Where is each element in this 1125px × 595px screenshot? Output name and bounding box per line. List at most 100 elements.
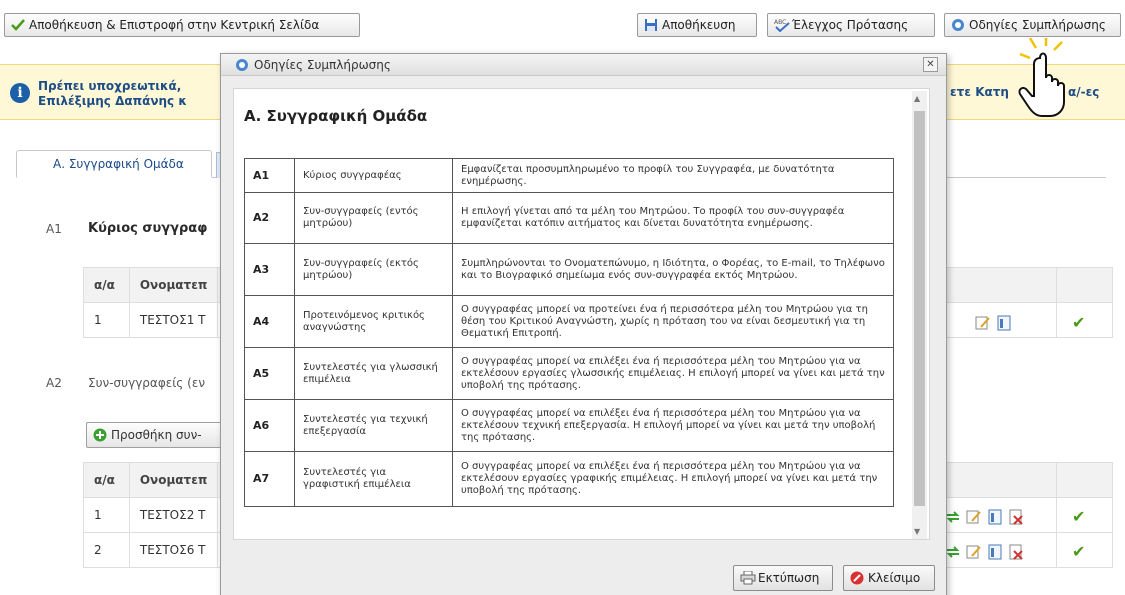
edit-icon[interactable] — [966, 544, 982, 563]
guide-desc: Συμπληρώνονται το Ονοματεπώνυμο, η Ιδιότ… — [452, 243, 894, 296]
col-header-actions — [939, 267, 1058, 303]
approved-check-icon: ✔ — [1072, 507, 1086, 526]
a2-row1-actions — [945, 509, 1024, 528]
dialog-scrollbar[interactable]: ▲ ▼ — [912, 91, 927, 539]
col-header-status — [1056, 267, 1113, 303]
a1-row-actions — [975, 315, 1012, 334]
guide-name: Προτεινόμενος κριτικός αναγνώστης — [294, 295, 453, 348]
guide-name: Συντελεστές για γλωσσική επιμέλεια — [294, 347, 453, 400]
check-icon — [11, 18, 25, 32]
row-name: ΤΕΣΤΟΣ2 Τ — [128, 497, 219, 533]
svg-text:ABC: ABC — [774, 19, 786, 26]
col-header-index: α/α — [83, 462, 130, 498]
row-name: ΤΕΣΤΟΣ1 Τ — [128, 302, 219, 338]
edit-icon[interactable] — [966, 509, 982, 528]
spellcheck-label: Έλεγχος Πρότασης — [792, 18, 909, 32]
dialog-titlebar[interactable]: Οδηγίες Συμπλήρωσης — [221, 54, 946, 76]
save-button[interactable]: Αποθήκευση — [637, 13, 757, 37]
guide-code: Α5 — [244, 347, 295, 400]
guide-row: Α4 Προτεινόμενος κριτικός αναγνώστης Ο σ… — [244, 295, 894, 348]
a2-row2-actions — [945, 544, 1024, 563]
col-header-name: Ονοματεπ — [128, 462, 219, 498]
no-entry-icon — [850, 571, 864, 585]
add-coauthor-label: Προσθήκη συν- — [111, 428, 202, 442]
guide-code: Α3 — [244, 243, 295, 296]
instructions-button[interactable]: Οδηγίες Συμπλήρωσης — [944, 13, 1121, 37]
guide-table: Α1 Κύριος συγγραφέας Εμφανίζεται προσυμπ… — [244, 158, 894, 507]
scrollbar-thumb[interactable] — [914, 111, 925, 506]
spellcheck-button[interactable]: ABC Έλεγχος Πρότασης — [767, 13, 935, 37]
details-icon[interactable] — [987, 544, 1003, 563]
section-a1-code: Α1 — [46, 222, 62, 236]
guide-desc: Ο συγγραφέας μπορεί να προτείνει ένα ή π… — [452, 295, 894, 348]
page: Αποθήκευση & Επιστροφή στην Κεντρική Σελ… — [0, 0, 1125, 595]
save-and-return-label: Αποθήκευση & Επιστροφή στην Κεντρική Σελ… — [29, 18, 320, 32]
spellcheck-icon: ABC — [774, 18, 790, 33]
swap-icon[interactable] — [945, 544, 961, 563]
guide-desc: Ο συγγραφέας μπορεί να επιλέξει ένα ή πε… — [452, 347, 894, 400]
scroll-up-icon[interactable]: ▲ — [914, 94, 920, 103]
guide-name: Συν-συγγραφείς (εντός μητρώου) — [294, 192, 453, 244]
print-label: Εκτύπωση — [758, 571, 820, 585]
close-label: Κλείσιμο — [868, 571, 921, 585]
col-header-name: Ονοματεπ — [128, 267, 219, 303]
guide-row: Α1 Κύριος συγγραφέας Εμφανίζεται προσυμπ… — [244, 158, 894, 193]
dialog-title: Οδηγίες Συμπλήρωσης — [254, 57, 391, 72]
scroll-down-icon[interactable]: ▼ — [914, 527, 920, 536]
section-a2-title: Συν-συγγραφείς (εν — [88, 376, 206, 390]
instructions-label: Οδηγίες Συμπλήρωσης — [969, 18, 1106, 32]
guide-name: Κύριος συγγραφέας — [294, 158, 453, 193]
guide-row: Α2 Συν-συγγραφείς (εντός μητρώου) Η επιλ… — [244, 192, 894, 244]
floppy-icon — [644, 18, 658, 32]
dialog-heading: Α. Συγγραφική Ομάδα — [244, 107, 428, 125]
save-and-return-button[interactable]: Αποθήκευση & Επιστροφή στην Κεντρική Σελ… — [4, 13, 360, 37]
guide-desc: Ο συγγραφέας μπορεί να επιλέξει ένα ή πε… — [452, 451, 894, 507]
row-index: 1 — [83, 497, 130, 533]
guide-name: Συν-συγγραφείς (εκτός μητρώου) — [294, 243, 453, 296]
row-index: 1 — [83, 302, 130, 338]
guide-code: Α1 — [244, 158, 295, 193]
add-coauthor-button[interactable]: Προσθήκη συν- — [86, 422, 236, 448]
notice-line-2: Επιλέξιμης Δαπάνης κ — [38, 94, 187, 108]
swap-icon[interactable] — [945, 509, 961, 528]
tab-authoring-team-label: Α. Συγγραφική Ομάδα — [53, 157, 184, 171]
section-a1-title: Κύριος συγγραφ — [88, 221, 208, 236]
approved-check-icon: ✔ — [1072, 542, 1086, 561]
guide-name: Συντελεστές για γραφιστική επιμέλεια — [294, 451, 453, 507]
notice-line-1: Πρέπει υποχρεωτικά, — [38, 79, 182, 93]
plus-circle-icon — [93, 428, 107, 442]
guide-name: Συντελεστές για τεχνική επεξεργασία — [294, 399, 453, 452]
guide-row: Α5 Συντελεστές για γλωσσική επιμέλεια Ο … — [244, 347, 894, 400]
help-icon — [951, 18, 965, 32]
details-icon[interactable] — [987, 509, 1003, 528]
notice-right-text: ετε Κατη — [950, 85, 1009, 99]
section-a2-code: Α2 — [46, 376, 62, 390]
help-icon — [235, 58, 249, 72]
row-index: 2 — [83, 532, 130, 568]
tab-authoring-team[interactable]: Α. Συγγραφική Ομάδα — [16, 150, 212, 178]
info-icon: i — [10, 83, 30, 103]
guide-row: Α3 Συν-συγγραφείς (εκτός μητρώου) Συμπλη… — [244, 243, 894, 296]
guide-code: Α7 — [244, 451, 295, 507]
guide-row: Α6 Συντελεστές για τεχνική επεξεργασία Ο… — [244, 399, 894, 452]
col-header-index: α/α — [83, 267, 130, 303]
delete-icon[interactable] — [1008, 544, 1024, 563]
hand-pointer-icon — [1018, 38, 1065, 117]
edit-icon[interactable] — [975, 315, 991, 334]
delete-icon[interactable] — [1008, 509, 1024, 528]
approved-check-icon: ✔ — [1072, 313, 1086, 332]
instructions-dialog: Οδηγίες Συμπλήρωσης ✕ Α. Συγγραφική Ομάδ… — [220, 53, 947, 595]
printer-icon — [740, 570, 756, 585]
guide-desc: Ο συγγραφέας μπορεί να επιλέξει ένα ή πε… — [452, 399, 894, 452]
save-label: Αποθήκευση — [662, 18, 736, 32]
dialog-close-icon[interactable]: ✕ — [923, 57, 938, 72]
guide-code: Α2 — [244, 192, 295, 244]
guide-code: Α6 — [244, 399, 295, 452]
guide-desc: Εμφανίζεται προσυμπληρωμένο το προφίλ το… — [452, 158, 894, 193]
close-button[interactable]: Κλείσιμο — [843, 565, 935, 591]
guide-row: Α7 Συντελεστές για γραφιστική επιμέλεια … — [244, 451, 894, 507]
row-name: ΤΕΣΤΟΣ6 Τ — [128, 532, 219, 568]
guide-code: Α4 — [244, 295, 295, 348]
details-icon[interactable] — [996, 315, 1012, 334]
print-button[interactable]: Εκτύπωση — [733, 565, 833, 591]
